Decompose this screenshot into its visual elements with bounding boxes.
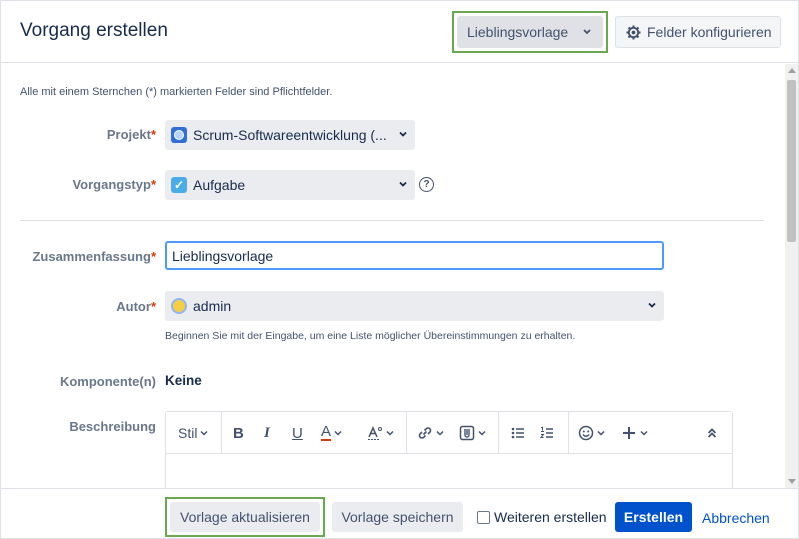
- style-label: Stil: [178, 425, 198, 441]
- favorite-template-label: Lieblingsvorlage: [467, 24, 569, 40]
- collapse-toolbar-icon: [707, 428, 717, 438]
- chevron-down-icon: [399, 181, 407, 187]
- text-color-button[interactable]: A: [321, 423, 342, 443]
- user-avatar-icon: [171, 298, 187, 314]
- author-label: Autor*: [116, 299, 156, 314]
- dialog-footer: Vorlage aktualisieren Vorlage speichern …: [1, 488, 798, 538]
- toolbar-separator: [406, 412, 407, 454]
- numbered-list-button[interactable]: [540, 423, 554, 443]
- gear-icon: [626, 24, 641, 40]
- help-icon[interactable]: ?: [419, 177, 434, 192]
- text-style-icon: [368, 426, 382, 440]
- component-value: Keine: [165, 373, 202, 388]
- bullet-list-icon: [511, 427, 524, 439]
- toolbar-separator: [568, 412, 569, 454]
- project-label: Projekt*: [106, 127, 156, 142]
- favorite-template-dropdown[interactable]: Lieblingsvorlage: [457, 16, 603, 48]
- chevron-down-icon: [640, 430, 648, 436]
- update-template-button[interactable]: Vorlage aktualisieren: [170, 502, 320, 532]
- attachment-icon: [459, 425, 475, 441]
- content-scrollbar[interactable]: [785, 64, 798, 488]
- editor-toolbar: Stil B I U A: [166, 412, 732, 454]
- summary-label: Zusammenfassung*: [32, 249, 156, 264]
- chevron-down-icon: [436, 430, 444, 436]
- toolbar-separator: [498, 412, 499, 454]
- create-another-checkbox[interactable]: [477, 510, 490, 524]
- emoji-icon: [578, 425, 594, 441]
- chevron-down-icon: [334, 430, 342, 436]
- summary-input[interactable]: [165, 241, 664, 270]
- scroll-up-arrow-icon[interactable]: [788, 68, 796, 73]
- issue-type-label: Vorgangstyp*: [72, 177, 156, 192]
- emoji-button[interactable]: [578, 423, 605, 443]
- required-note: Alle mit einem Sternchen (*) markierten …: [20, 86, 333, 98]
- link-icon: [418, 427, 432, 439]
- description-editor[interactable]: Stil B I U A: [165, 411, 733, 488]
- italic-icon[interactable]: I: [264, 423, 270, 443]
- issue-type-select[interactable]: ✓ Aufgabe: [165, 170, 415, 200]
- chevron-down-icon: [478, 430, 486, 436]
- chevron-down-icon: [386, 430, 394, 436]
- chevron-down-icon: [597, 430, 605, 436]
- project-select[interactable]: Scrum-Softwareentwicklung (...: [165, 120, 415, 150]
- component-label: Komponente(n): [59, 374, 156, 389]
- text-color-icon: A: [321, 423, 332, 441]
- issue-type-value: Aufgabe: [193, 177, 246, 193]
- task-checkbox-icon: ✓: [171, 177, 187, 193]
- configure-fields-button[interactable]: Felder konfigurieren: [615, 16, 781, 48]
- bullet-list-button[interactable]: [511, 423, 525, 443]
- configure-fields-label: Felder konfigurieren: [647, 24, 772, 40]
- dialog-header: Vorgang erstellen Lieblingsvorlage Felde…: [1, 1, 798, 63]
- description-label: Beschreibung: [69, 419, 156, 434]
- author-select[interactable]: admin: [165, 291, 664, 321]
- chevron-down-icon: [583, 29, 591, 35]
- create-another-option[interactable]: Weiteren erstellen: [477, 509, 607, 525]
- project-value: Scrum-Softwareentwicklung (...: [193, 127, 387, 143]
- project-avatar-icon: [171, 127, 187, 143]
- insert-button[interactable]: [621, 423, 648, 443]
- create-issue-dialog: Vorgang erstellen Lieblingsvorlage Felde…: [0, 0, 799, 539]
- dialog-title: Vorgang erstellen: [20, 20, 168, 41]
- toolbar-separator: [221, 412, 222, 454]
- create-button[interactable]: Erstellen: [615, 502, 692, 532]
- section-divider: [20, 220, 764, 221]
- insert-plus-icon: [623, 427, 635, 439]
- cancel-link[interactable]: Abbrechen: [702, 510, 770, 526]
- create-another-label: Weiteren erstellen: [494, 509, 607, 525]
- scroll-down-arrow-icon[interactable]: [788, 479, 796, 484]
- bold-icon[interactable]: B: [233, 423, 244, 443]
- chevron-down-icon: [200, 430, 208, 436]
- text-style-button[interactable]: [367, 423, 394, 443]
- underline-icon[interactable]: U: [292, 423, 303, 443]
- scroll-thumb[interactable]: [787, 80, 796, 242]
- chevron-down-icon: [648, 302, 656, 308]
- author-hint: Beginnen Sie mit der Eingabe, um eine Li…: [165, 330, 576, 342]
- attachment-button[interactable]: [459, 423, 486, 443]
- numbered-list-icon: [540, 427, 553, 438]
- style-dropdown[interactable]: Stil: [178, 423, 208, 443]
- chevron-down-icon: [399, 131, 407, 137]
- collapse-toolbar-button[interactable]: [706, 423, 718, 443]
- dialog-content: Alle mit einem Sternchen (*) markierten …: [1, 64, 784, 488]
- link-button[interactable]: [417, 423, 444, 443]
- author-value: admin: [193, 298, 232, 314]
- save-template-button[interactable]: Vorlage speichern: [332, 502, 463, 532]
